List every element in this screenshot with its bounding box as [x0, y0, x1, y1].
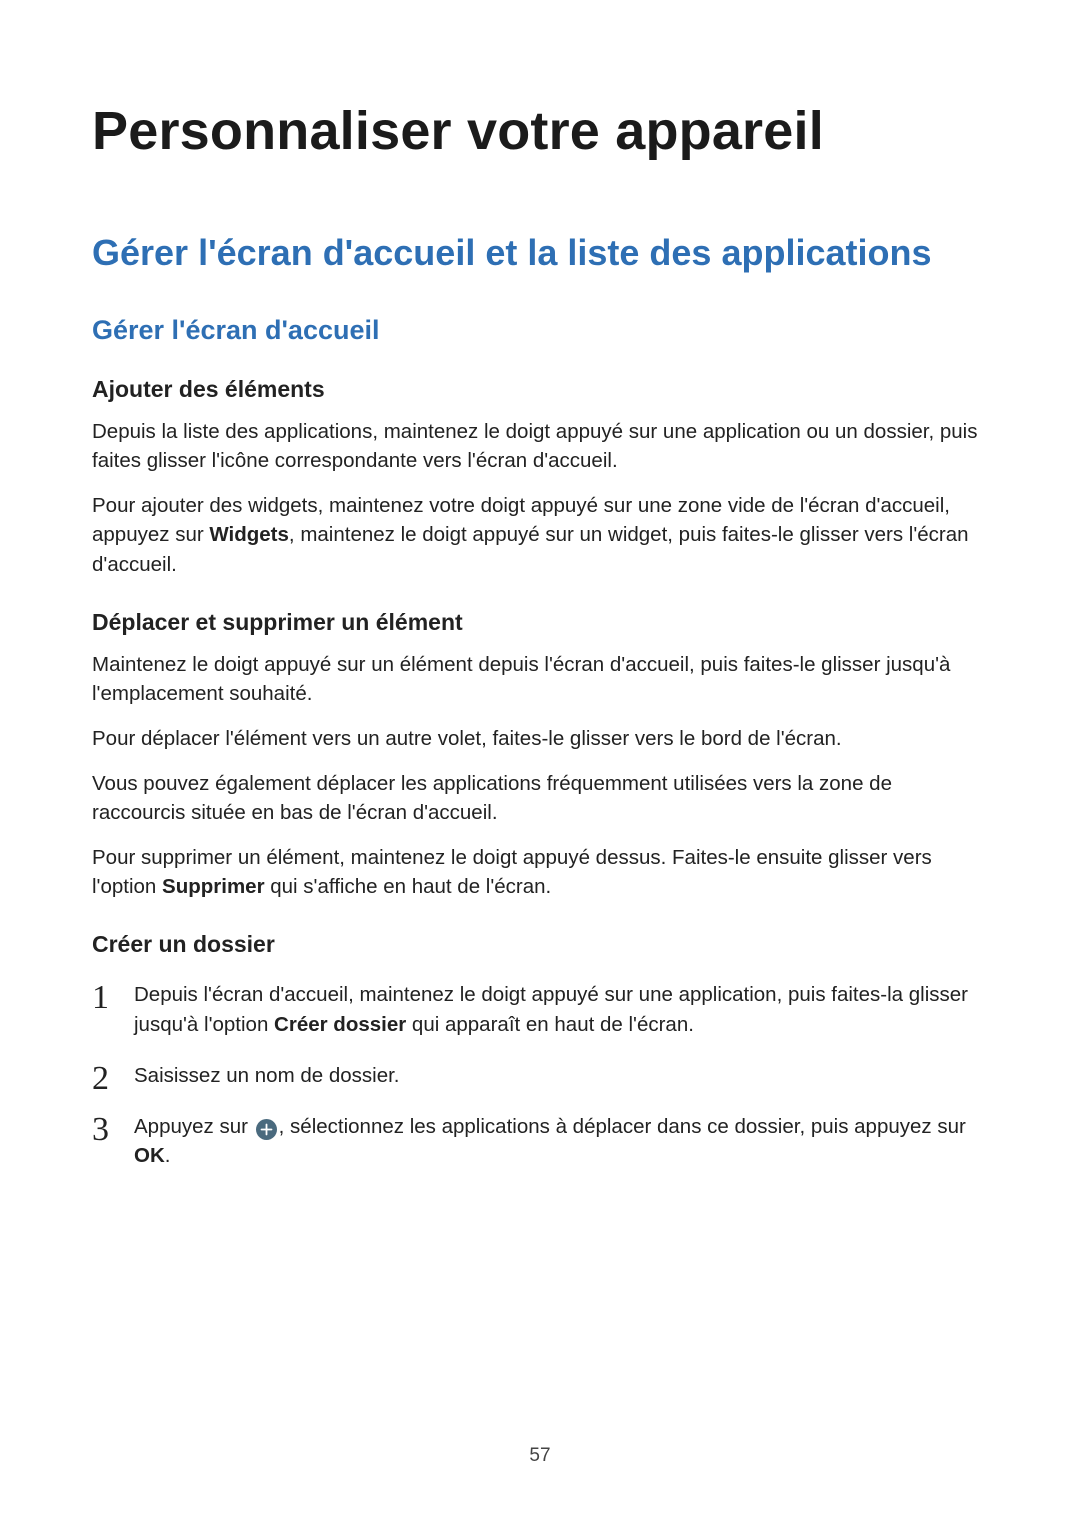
subsection-heading: Gérer l'écran d'accueil [92, 315, 988, 346]
topic-move-p1: Maintenez le doigt appuyé sur un élément… [92, 650, 988, 708]
step-1: Depuis l'écran d'accueil, maintenez le d… [92, 980, 988, 1038]
bold-supprimer: Supprimer [162, 875, 265, 898]
topic-adding-p2: Pour ajouter des widgets, maintenez votr… [92, 491, 988, 578]
text: Appuyez sur [134, 1115, 254, 1138]
topic-move-p4: Pour supprimer un élément, maintenez le … [92, 843, 988, 901]
text: , sélectionnez les applications à déplac… [279, 1115, 966, 1138]
page-title: Personnaliser votre appareil [92, 100, 988, 162]
bold-creer-dossier: Créer dossier [274, 1013, 406, 1036]
bold-widgets: Widgets [209, 523, 289, 546]
step-3: Appuyez sur , sélectionnez les applicati… [92, 1112, 988, 1170]
topic-adding-heading: Ajouter des éléments [92, 376, 988, 403]
topic-adding-p1: Depuis la liste des applications, mainte… [92, 417, 988, 475]
text: Saisissez un nom de dossier. [134, 1064, 400, 1087]
text: . [165, 1144, 171, 1167]
steps-list: Depuis l'écran d'accueil, maintenez le d… [92, 980, 988, 1170]
page-container: Personnaliser votre appareil Gérer l'écr… [0, 0, 1080, 1527]
text: qui s'affiche en haut de l'écran. [265, 875, 552, 898]
bold-ok: OK [134, 1144, 165, 1167]
topic-move-p2: Pour déplacer l'élément vers un autre vo… [92, 724, 988, 753]
page-number: 57 [0, 1445, 1080, 1467]
step-2: Saisissez un nom de dossier. [92, 1061, 988, 1090]
topic-move-p3: Vous pouvez également déplacer les appli… [92, 769, 988, 827]
section-heading: Gérer l'écran d'accueil et la liste des … [92, 230, 988, 275]
text: qui apparaît en haut de l'écran. [406, 1013, 694, 1036]
topic-move-heading: Déplacer et supprimer un élément [92, 609, 988, 636]
plus-circle-icon [256, 1119, 277, 1140]
topic-folder-heading: Créer un dossier [92, 931, 988, 958]
